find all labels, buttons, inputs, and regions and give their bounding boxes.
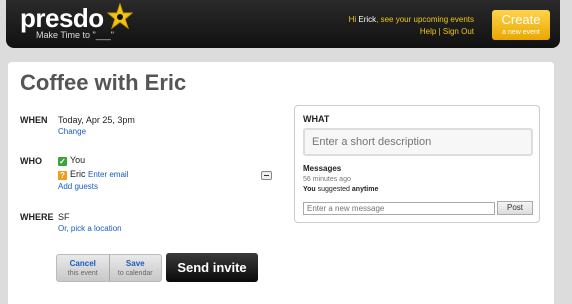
create-button-sublabel: a new event [502, 29, 540, 36]
where-value: SF [58, 212, 70, 222]
message-author: You [303, 186, 316, 193]
remove-attendee-button[interactable] [261, 171, 272, 180]
new-message-input[interactable] [303, 202, 495, 215]
greeting-suffix: , see your upcoming events [376, 15, 474, 24]
presdo-logo[interactable]: presdo [20, 4, 104, 32]
attendee-name: You [70, 155, 86, 165]
what-panel: WHAT Messages 56 minutes ago You suggest… [294, 105, 540, 223]
post-button[interactable]: Post [497, 201, 533, 215]
messages-label: Messages [303, 164, 342, 173]
save-button-label: Save [125, 259, 145, 268]
event-title: Coffee with Eric [20, 70, 187, 95]
tagline: Make Time to "___" [36, 30, 114, 40]
sign-out-link[interactable]: Sign Out [443, 27, 474, 36]
save-button[interactable]: Save to calendar [110, 255, 162, 281]
cancel-save-group: Cancel this event Save to calendar [56, 254, 162, 282]
star-logo-icon [106, 2, 134, 30]
message-time: 56 minutes ago [303, 176, 351, 183]
pick-location-link[interactable]: Or, pick a location [58, 224, 122, 233]
message-body: suggested [315, 186, 352, 193]
greeting: Hi Erick, see your upcoming events Help … [349, 14, 474, 38]
help-link[interactable]: Help [420, 27, 436, 36]
what-label: WHAT [303, 114, 330, 124]
add-guests-link[interactable]: Add guests [58, 182, 98, 191]
attendee-eric: ? Eric Enter email [58, 169, 128, 180]
attendee-name: Eric [70, 169, 86, 179]
attendee-you: ✓ You [58, 155, 85, 166]
message-text: You suggested anytime [303, 186, 378, 193]
who-label: WHO [20, 156, 42, 166]
top-header: presdo Make Time to "___" Hi Erick, see … [6, 0, 560, 48]
description-input[interactable] [303, 128, 533, 156]
save-button-sublabel: to calendar [117, 270, 153, 277]
where-label: WHERE [20, 212, 54, 222]
when-label: WHEN [20, 115, 48, 125]
question-icon: ? [58, 171, 67, 180]
create-button-label: Create [501, 12, 541, 27]
link-separator: | [438, 27, 441, 36]
change-time-link[interactable]: Change [58, 127, 86, 136]
greeting-user: Erick [358, 15, 377, 24]
cancel-button-label: Cancel [69, 259, 96, 268]
message-value: anytime [351, 186, 379, 193]
send-invite-button[interactable]: Send invite [166, 253, 258, 282]
event-card: Coffee with Eric WHEN Today, Apr 25, 3pm… [8, 62, 554, 304]
when-value: Today, Apr 25, 3pm [58, 115, 135, 125]
cancel-button-sublabel: this event [67, 270, 98, 277]
create-event-button[interactable]: Create a new event [492, 10, 550, 40]
check-icon: ✓ [58, 157, 67, 166]
greeting-prefix: Hi [348, 15, 357, 24]
cancel-button[interactable]: Cancel this event [57, 255, 110, 281]
enter-email-link[interactable]: Enter email [88, 170, 128, 179]
